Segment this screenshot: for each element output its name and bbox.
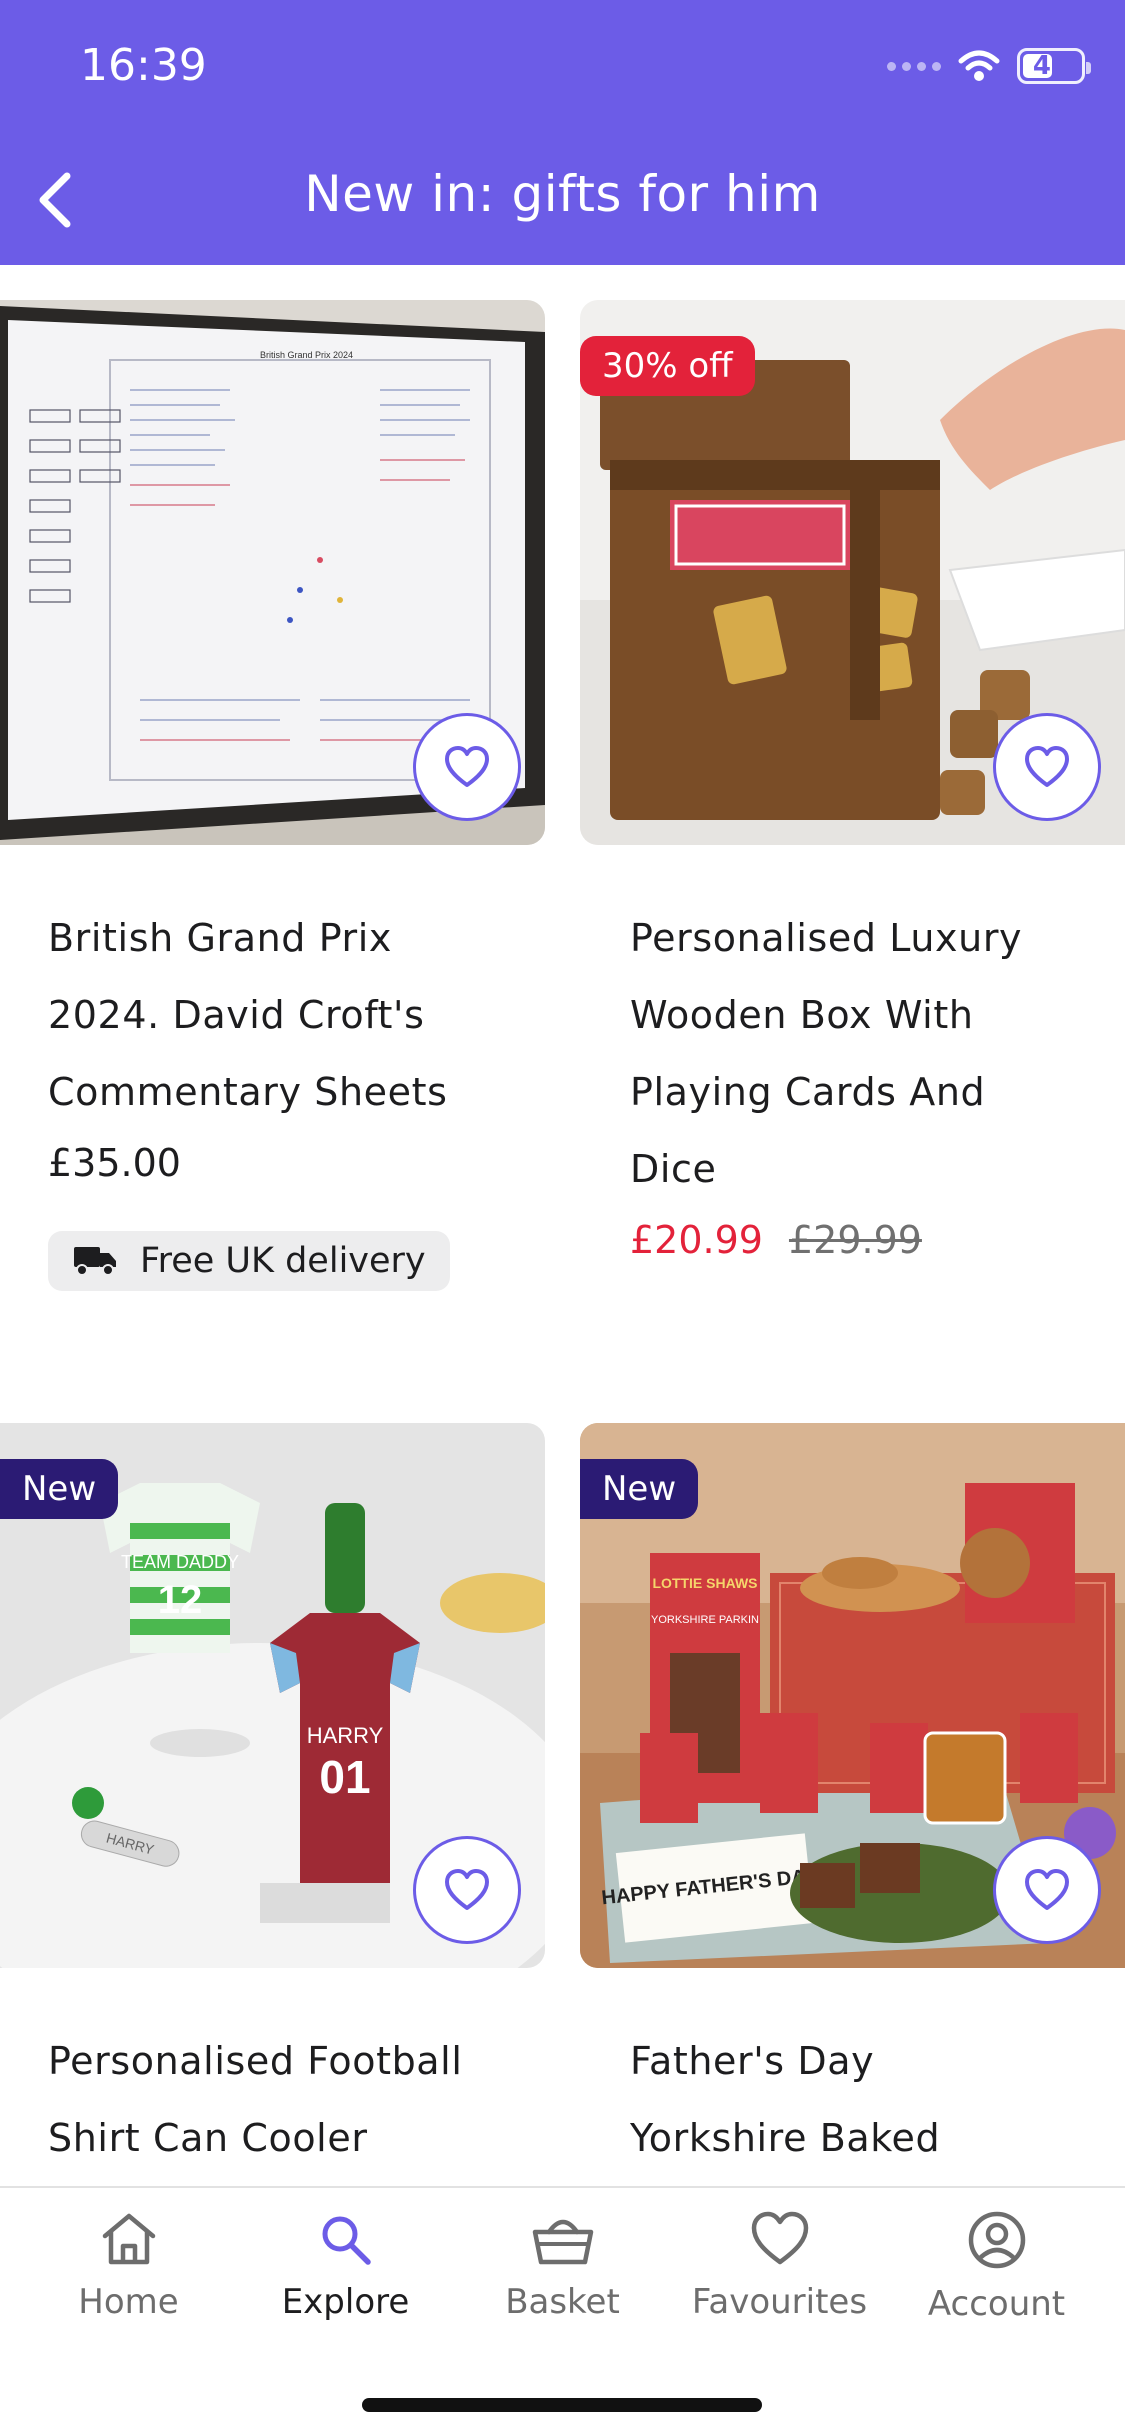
favourite-button[interactable] [993,1836,1101,1944]
product-image[interactable]: TEAM DADDY 12 HARRY 01 HARRY New [0,1423,545,1968]
jersey-text: HARRY [307,1723,384,1748]
cellular-signal-icon [887,61,941,71]
status-time: 16:39 [80,40,207,91]
home-indicator [362,2398,762,2412]
nav-basket[interactable]: Basket [454,2210,671,2324]
new-badge: New [580,1459,699,1519]
favourite-button[interactable] [413,1836,521,1944]
account-icon [968,2211,1025,2269]
product-title[interactable]: Personalised Football Shirt Can Cooler [0,2023,545,2177]
product-card[interactable]: LOTTIE SHAWS YORKSHIRE PARKIN HAPPY FATH… [580,1423,1125,2177]
product-price: £20.99 £29.99 [580,1218,1125,1262]
nav-label: Account [927,2284,1066,2324]
product-price: £35.00 [48,1141,181,1185]
jersey-text: TEAM DADDY [121,1552,239,1572]
battery-icon: 47 [1017,48,1091,84]
package-text: YORKSHIRE PARKIN [651,1614,759,1626]
title-line: Dice [630,1147,717,1191]
title-line: Father's Day [630,2039,875,2083]
page-title: New in: gifts for him [304,165,821,223]
delivery-text: Free UK delivery [140,1241,426,1281]
product-card[interactable]: British Grand Prix 2024 British Grand Pr… [0,300,545,1291]
wifi-icon [958,50,1000,81]
new-badge: New [0,1459,119,1519]
product-image[interactable]: 30% off [580,300,1125,845]
nav-label: Favourites [691,2282,868,2322]
title-line: Yorkshire Baked [630,2116,941,2160]
delivery-badge: Free UK delivery [48,1231,450,1291]
product-title[interactable]: Personalised Luxury Wooden Box With Play… [580,900,1125,1208]
basket-icon [532,2219,593,2265]
app-header: 16:39 47 New in: gifts for him [0,0,1125,265]
jersey-text: 12 [158,1578,203,1622]
nav-label: Basket [505,2282,620,2322]
discount-badge: 30% off [580,336,755,396]
heart-icon [751,2211,808,2265]
nav-explore[interactable]: Explore [237,2210,454,2324]
title-line: Shirt Can Cooler [48,2116,368,2160]
product-card[interactable]: TEAM DADDY 12 HARRY 01 HARRY New Persona… [0,1423,545,2177]
title-line: British Grand Prix [48,916,393,960]
title-line: Commentary Sheets [48,1070,448,1114]
nav-label: Explore [281,2282,410,2322]
title-line: Personalised Luxury [630,916,1023,960]
favourite-button[interactable] [993,713,1101,821]
title-line: Personalised Football [48,2039,463,2083]
product-title[interactable]: Father's Day Yorkshire Baked [580,2023,1125,2177]
package-brand-text: LOTTIE SHAWS [653,1575,758,1591]
search-icon [322,2216,371,2265]
nav-home[interactable]: Home [20,2210,237,2324]
heart-icon [445,746,489,787]
sale-price: £20.99 [630,1218,763,1262]
nav-favourites[interactable]: Favourites [671,2210,888,2324]
nav-account[interactable]: Account [888,2210,1105,2324]
status-icons: 47 [887,48,1091,84]
product-image[interactable]: British Grand Prix 2024 [0,300,545,845]
jersey-text: 01 [319,1751,370,1803]
title-line: Playing Cards And [630,1070,986,1114]
heart-icon [1025,1869,1069,1910]
nav-label: Home [78,2282,179,2322]
title-line: 2024. David Croft's [48,993,425,1037]
product-image[interactable]: LOTTIE SHAWS YORKSHIRE PARKIN HAPPY FATH… [580,1423,1125,1968]
product-title[interactable]: British Grand Prix 2024. David Croft's C… [0,900,545,1131]
battery-percent: 47 [1032,51,1070,81]
sheet-title-text: British Grand Prix 2024 [260,350,353,360]
delivery-truck-icon [74,1247,116,1276]
home-icon [102,2213,155,2265]
product-card[interactable]: 30% off Personalised Luxury Wooden Box W… [580,300,1125,1262]
favourite-button[interactable] [413,713,521,821]
original-price: £29.99 [788,1218,922,1262]
heart-icon [1025,746,1069,787]
heart-icon [445,1869,489,1910]
title-line: Wooden Box With [630,993,974,1037]
